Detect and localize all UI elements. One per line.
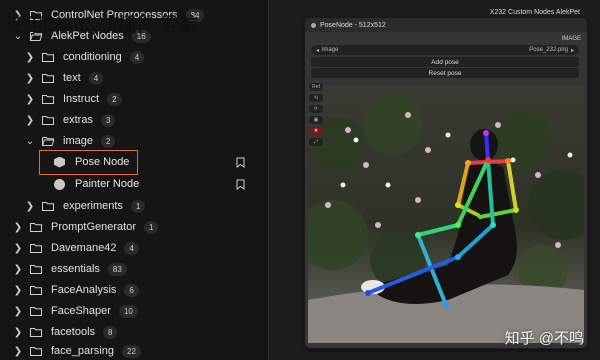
chevron-right-icon: ❯ (13, 263, 23, 275)
node-title: PoseNode - 512x512 (320, 21, 386, 29)
node-library-sidebar: ❯ ControlNet Preprocessors 84 ⌄ AlekPet … (0, 0, 268, 360)
pose-tools: Ref ⟲ ⟳ ▣ ✖ ⤢ (309, 83, 325, 149)
tree-item-promptgenerator[interactable]: ❯ PromptGenerator 1 (12, 216, 159, 238)
zhihu-watermark: 知乎 @不鸣 (504, 330, 584, 347)
node-item-label: Painter Node (75, 178, 140, 190)
folder-open-icon (42, 136, 54, 146)
count-badge: 1 (143, 220, 159, 234)
folder-icon (30, 327, 42, 337)
count-badge: 4 (124, 241, 139, 255)
node-status-dot-icon (311, 22, 316, 28)
tree-item-label: Instruct (63, 93, 100, 105)
circle-node-icon (54, 178, 65, 190)
chevron-right-icon: ❯ (13, 242, 23, 254)
folder-icon (42, 94, 54, 104)
folder-icon (30, 264, 42, 274)
folder-icon (42, 115, 54, 125)
tree-item-label: Davemane42 (51, 242, 117, 254)
node-header[interactable]: PoseNode - 512x512 (305, 18, 587, 32)
reset-pose-button[interactable]: Reset pose (311, 68, 579, 78)
count-badge: 10 (118, 304, 138, 318)
bookmark-icon[interactable] (236, 157, 245, 168)
folder-icon (30, 346, 42, 356)
folder-icon (30, 222, 42, 232)
folder-icon (30, 306, 42, 316)
tree-item-face-parsing[interactable]: ❯ face_parsing 22 (12, 340, 141, 360)
folder-icon (42, 201, 54, 211)
chevron-right-icon: ❯ (25, 93, 35, 105)
tree-item-experiments[interactable]: ❯ experiments 1 (24, 195, 146, 217)
count-badge: 83 (107, 262, 127, 276)
delete-tool-button[interactable]: ✖ (309, 127, 323, 135)
chevron-right-icon: ❯ (13, 284, 23, 296)
tree-item-label: essentials (51, 263, 100, 275)
chevron-right-icon: ❯ (13, 345, 23, 357)
redo-tool-button[interactable]: ⟳ (309, 105, 323, 113)
count-badge: 1 (130, 199, 146, 213)
count-badge: 2 (100, 134, 116, 148)
tree-item-label: text (63, 72, 81, 84)
chevron-right-icon: ❯ (13, 305, 23, 317)
chevron-right-icon: ❯ (25, 51, 35, 63)
tree-item-faceshaper[interactable]: ❯ FaceShaper 10 (12, 300, 138, 322)
tree-item-instruct[interactable]: ❯ Instruct 2 (24, 88, 122, 110)
node-item-label: Pose Node (75, 156, 130, 168)
count-badge: 22 (122, 344, 141, 358)
pose-node-panel[interactable]: PoseNode - 512x512 IMAGE ◂ image Pose_23… (304, 17, 588, 349)
combo-label: image (322, 47, 339, 53)
tree-item-label: conditioning (63, 51, 122, 63)
canvas-title: X232 Custom Nodes AlekPet (489, 9, 580, 16)
count-badge: 4 (88, 71, 104, 85)
count-badge: 8 (103, 325, 118, 339)
add-pose-button[interactable]: Add pose (311, 57, 579, 67)
folder-icon (30, 243, 42, 253)
overlay-caption: 使用ComfyUI插件-导航 (6, 15, 198, 36)
folder-icon (42, 52, 54, 62)
combo-right-arrow-icon[interactable]: ▸ (571, 47, 574, 54)
pose-canvas-image[interactable] (308, 85, 584, 343)
pose-photo (308, 85, 584, 343)
count-badge: 6 (124, 283, 139, 297)
tree-item-label: extras (63, 114, 93, 126)
tree-item-label: FaceShaper (51, 305, 111, 317)
tree-item-label: facetools (51, 326, 96, 338)
folder-icon (30, 285, 42, 295)
node-item-painter-node[interactable]: Painter Node (54, 173, 139, 195)
graph-canvas[interactable]: X232 Custom Nodes AlekPet PoseNode - 512… (269, 0, 600, 360)
expand-tool-button[interactable]: ⤢ (309, 138, 323, 146)
tree-item-text[interactable]: ❯ text 4 (24, 67, 104, 89)
tree-item-faceanalysis[interactable]: ❯ FaceAnalysis 6 (12, 279, 139, 301)
combo-value: Pose_232.png (529, 47, 568, 53)
folder-icon (42, 73, 54, 83)
chevron-right-icon: ❯ (13, 326, 23, 338)
tree-item-label: image (63, 135, 93, 147)
count-badge: 3 (100, 113, 116, 127)
tree-item-essentials[interactable]: ❯ essentials 83 (12, 258, 127, 280)
tree-item-label: PromptGenerator (51, 221, 136, 233)
chevron-right-icon: ❯ (25, 72, 35, 84)
tree-item-image[interactable]: ⌄ image 2 (24, 130, 116, 152)
tree-item-label: experiments (63, 200, 123, 212)
chevron-right-icon: ❯ (13, 221, 23, 233)
tree-item-davemane42[interactable]: ❯ Davemane42 4 (12, 237, 139, 259)
node-output-slot-label: IMAGE (561, 36, 581, 42)
undo-tool-button[interactable]: ⟲ (309, 94, 323, 102)
bookmark-icon[interactable] (236, 179, 245, 190)
count-badge: 2 (107, 92, 122, 106)
chevron-right-icon: ❯ (25, 114, 35, 126)
combo-left-arrow-icon[interactable]: ◂ (316, 47, 319, 54)
image-combo-widget[interactable]: ◂ image Pose_232.png ▸ (311, 45, 579, 55)
chevron-down-icon: ⌄ (25, 135, 35, 147)
tree-item-label: face_parsing (51, 345, 114, 357)
count-badge: 4 (129, 50, 145, 64)
chevron-right-icon: ❯ (25, 200, 35, 212)
tree-item-label: FaceAnalysis (51, 284, 117, 296)
hexagon-node-icon (54, 156, 65, 168)
tree-item-conditioning[interactable]: ❯ conditioning 4 (24, 46, 145, 68)
reference-tool-button[interactable]: Ref (309, 83, 323, 91)
node-item-pose-node[interactable]: Pose Node (54, 151, 129, 173)
tree-item-extras[interactable]: ❯ extras 3 (24, 109, 116, 131)
frame-tool-button[interactable]: ▣ (309, 116, 323, 124)
